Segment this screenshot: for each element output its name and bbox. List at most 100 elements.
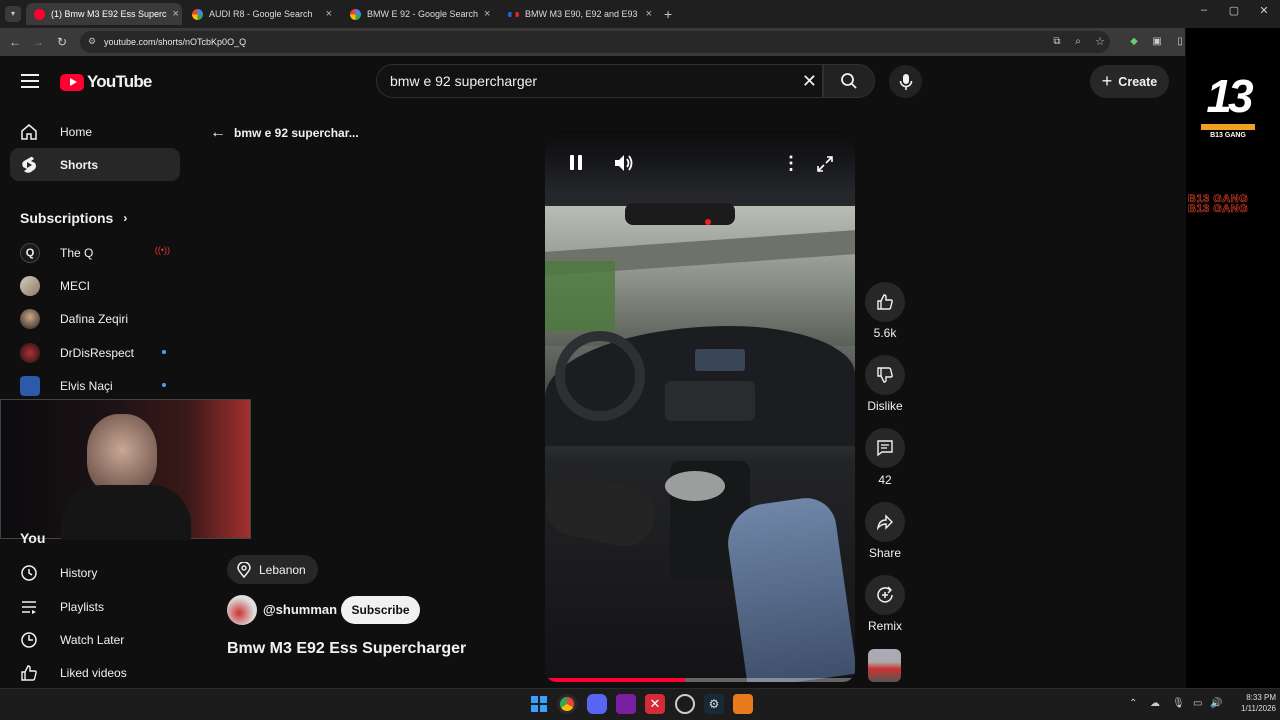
search-button[interactable] bbox=[823, 64, 875, 98]
volume-icon[interactable] bbox=[613, 154, 635, 172]
video-red-light bbox=[705, 219, 711, 225]
google-tab-icon bbox=[192, 8, 203, 20]
new-content-dot bbox=[162, 383, 166, 387]
clear-search-icon[interactable]: ✕ bbox=[802, 71, 817, 92]
share-button[interactable] bbox=[865, 502, 905, 542]
sidebar-item-history[interactable]: History bbox=[10, 556, 180, 589]
you-heading[interactable]: You bbox=[20, 530, 45, 546]
maximize-button[interactable]: ▢ bbox=[1224, 4, 1244, 17]
app-orange-taskbar-icon[interactable] bbox=[733, 694, 753, 714]
install-app-icon[interactable]: ⧉ bbox=[1049, 34, 1065, 50]
plus-icon: + bbox=[1101, 71, 1113, 91]
youtube-play-icon bbox=[60, 73, 84, 91]
logo-text: YouTube bbox=[87, 72, 152, 91]
clock-time: 8:33 PM bbox=[1246, 693, 1276, 702]
clock-date: 1/11/2026 bbox=[1241, 704, 1276, 713]
sidebar-item-home[interactable]: Home bbox=[10, 115, 180, 148]
like-button[interactable] bbox=[865, 282, 905, 322]
discord-taskbar-icon[interactable] bbox=[587, 694, 607, 714]
network-icon[interactable]: ▭ bbox=[1193, 698, 1202, 709]
window-close-button[interactable]: ✕ bbox=[1254, 4, 1274, 17]
extension-icon[interactable]: ◆ bbox=[1126, 34, 1142, 50]
remix-button[interactable] bbox=[865, 575, 905, 615]
tab-bmw-e92[interactable]: BMW E 92 - Google Search × bbox=[342, 3, 498, 25]
search-input[interactable]: bmw e 92 supercharger ✕ bbox=[376, 64, 823, 98]
subscribe-button[interactable]: Subscribe bbox=[341, 596, 420, 624]
tab-search-button[interactable]: ▾ bbox=[5, 6, 21, 22]
app-x-taskbar-icon[interactable]: ✕ bbox=[645, 694, 665, 714]
subscriptions-heading[interactable]: Subscriptions › bbox=[20, 210, 127, 226]
app-circle-taskbar-icon[interactable] bbox=[675, 694, 695, 714]
back-arrow-icon: ← bbox=[210, 124, 226, 141]
sidebar-item-label: Playlists bbox=[60, 599, 105, 614]
close-icon[interactable]: × bbox=[646, 8, 652, 20]
streamer-face bbox=[87, 414, 157, 494]
tab-youtube[interactable]: (1) Bmw M3 E92 Ess Superc × bbox=[26, 3, 182, 25]
sound-thumbnail[interactable] bbox=[868, 649, 901, 682]
subscription-item[interactable]: Elvis Naçi bbox=[10, 369, 180, 402]
youtube-logo[interactable]: YouTube bbox=[60, 72, 152, 92]
sidebar-item-liked-videos[interactable]: Liked videos bbox=[10, 656, 180, 689]
sidebar-item-label: Home bbox=[60, 124, 93, 139]
site-info-icon[interactable]: ⚙ bbox=[88, 36, 96, 47]
sidebar-item-playlists[interactable]: Playlists bbox=[10, 590, 180, 623]
close-icon[interactable]: × bbox=[326, 8, 332, 20]
dislike-button[interactable] bbox=[865, 355, 905, 395]
bookmark-star-icon[interactable]: ☆ bbox=[1092, 34, 1108, 50]
video-top-gradient bbox=[545, 131, 855, 191]
remix-icon bbox=[877, 586, 893, 603]
channel-handle[interactable]: @shumman bbox=[263, 602, 337, 617]
watermark-line: B13 GANG bbox=[1188, 203, 1249, 215]
chrome-taskbar-icon[interactable] bbox=[557, 694, 577, 714]
subscription-item[interactable]: Q The Q ((•)) bbox=[10, 236, 180, 269]
subscription-name: MECI bbox=[60, 278, 90, 293]
sidebar-item-shorts[interactable]: Shorts bbox=[10, 148, 180, 181]
pause-icon[interactable] bbox=[570, 155, 582, 170]
address-bar[interactable]: ⚙ youtube.com/shorts/nOTcbKp0O_Q bbox=[80, 31, 1110, 53]
back-arrow-icon[interactable]: ← bbox=[7, 34, 23, 50]
create-button[interactable]: + Create bbox=[1090, 65, 1169, 98]
sidebar-item-watch-later[interactable]: Watch Later bbox=[10, 623, 180, 656]
tab-bmw-m3[interactable]: BMW M3 E90, E92 and E93 × bbox=[500, 3, 660, 25]
voice-search-button[interactable] bbox=[889, 65, 922, 98]
more-options-icon[interactable]: ⋮ bbox=[782, 154, 800, 172]
minimize-button[interactable]: – bbox=[1194, 4, 1214, 16]
comment-icon bbox=[877, 440, 893, 457]
extension-icon-2[interactable]: ▣ bbox=[1149, 34, 1165, 50]
taskbar-clock[interactable]: 8:33 PM 1/11/2026 bbox=[1226, 692, 1276, 714]
location-chip[interactable]: Lebanon bbox=[227, 555, 318, 584]
progress-fill bbox=[545, 678, 685, 682]
tab-title: BMW E 92 - Google Search bbox=[367, 9, 479, 19]
back-label: bmw e 92 superchar... bbox=[234, 126, 359, 140]
tab-audi[interactable]: AUDI R8 - Google Search × bbox=[184, 3, 340, 25]
subscription-item[interactable]: Dafina Zeqiri bbox=[10, 302, 180, 335]
close-icon[interactable]: × bbox=[173, 8, 179, 20]
tray-chevron-icon[interactable]: ⌃ bbox=[1129, 698, 1137, 709]
tab-title: AUDI R8 - Google Search bbox=[209, 9, 313, 19]
progress-track[interactable] bbox=[545, 678, 855, 682]
sidebar-item-label: History bbox=[60, 565, 98, 580]
fullscreen-icon[interactable] bbox=[816, 155, 834, 173]
app-taskbar-icon[interactable] bbox=[616, 694, 636, 714]
channel-avatar bbox=[20, 342, 40, 363]
speaker-icon[interactable]: 🔊 bbox=[1210, 698, 1222, 709]
channel-avatar[interactable] bbox=[227, 595, 257, 625]
zoom-icon[interactable]: ⌕ bbox=[1070, 34, 1086, 50]
new-tab-button[interactable]: + bbox=[664, 6, 672, 22]
subscriptions-title: Subscriptions bbox=[20, 210, 114, 226]
reload-icon[interactable]: ↻ bbox=[54, 34, 70, 50]
comments-button[interactable] bbox=[865, 428, 905, 468]
subscription-item[interactable]: MECI bbox=[10, 269, 180, 302]
tab-title: BMW M3 E90, E92 and E93 bbox=[525, 9, 638, 19]
tray-app-icon[interactable]: ☁ bbox=[1150, 698, 1160, 709]
short-video-player[interactable]: ⋮ bbox=[545, 131, 855, 682]
steam-taskbar-icon[interactable]: ⚙ bbox=[704, 694, 724, 714]
tray-mic-icon[interactable]: 🎙 bbox=[1172, 698, 1185, 709]
forward-arrow-icon[interactable]: → bbox=[30, 34, 46, 50]
video-passenger-leg bbox=[722, 494, 855, 682]
close-icon[interactable]: × bbox=[484, 8, 490, 20]
windows-start-icon[interactable] bbox=[529, 694, 549, 714]
menu-icon[interactable] bbox=[21, 74, 39, 88]
subscription-item[interactable]: DrDisRespect bbox=[10, 336, 180, 369]
back-to-search[interactable]: ← bmw e 92 superchar... bbox=[210, 124, 359, 142]
